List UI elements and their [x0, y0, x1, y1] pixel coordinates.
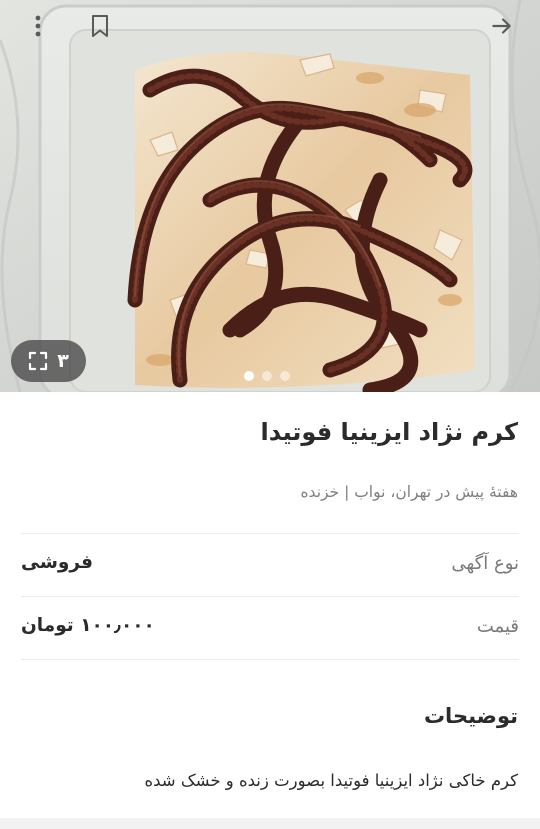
more-vertical-icon: [35, 15, 41, 37]
pagination-dot[interactable]: [244, 371, 254, 381]
listing-title: کرم نژاد ایزینیا فوتیدا: [260, 418, 518, 446]
fullscreen-icon: [29, 351, 48, 371]
ad-type-label: نوع آگهی: [451, 553, 519, 574]
photo-count-button[interactable]: ۳: [11, 340, 86, 382]
arrow-right-icon: [492, 18, 511, 34]
listing-photo: [0, 0, 540, 392]
gallery-pagination: [244, 371, 290, 381]
price-label: قیمت: [476, 616, 519, 637]
bottom-divider: [0, 818, 540, 829]
more-options-button[interactable]: [20, 8, 56, 44]
listing-meta: هفتهٔ پیش در تهران، نواب | خزنده: [300, 483, 518, 501]
ad-type-row: نوع آگهی فروشی: [21, 533, 519, 596]
description-heading: توضیحات: [423, 704, 518, 728]
back-button[interactable]: [484, 8, 520, 44]
pagination-dot[interactable]: [280, 371, 290, 381]
listing-page: ۳ کرم نژاد ایزینیا فوتیدا هفتهٔ پیش در ت…: [0, 0, 540, 829]
price-value: ۱۰۰٫۰۰۰ تومان: [21, 615, 155, 636]
ad-type-value: فروشی: [21, 552, 94, 573]
bookmark-button[interactable]: [82, 8, 118, 44]
pagination-dot[interactable]: [262, 371, 272, 381]
photo-count-text: ۳: [57, 349, 69, 372]
description-text: کرم خاکی نژاد ایزینیا فوتیدا بصورت زنده …: [144, 771, 518, 790]
bookmark-icon: [92, 15, 108, 37]
price-row: قیمت ۱۰۰٫۰۰۰ تومان: [21, 596, 519, 660]
photo-gallery[interactable]: ۳: [0, 0, 540, 392]
